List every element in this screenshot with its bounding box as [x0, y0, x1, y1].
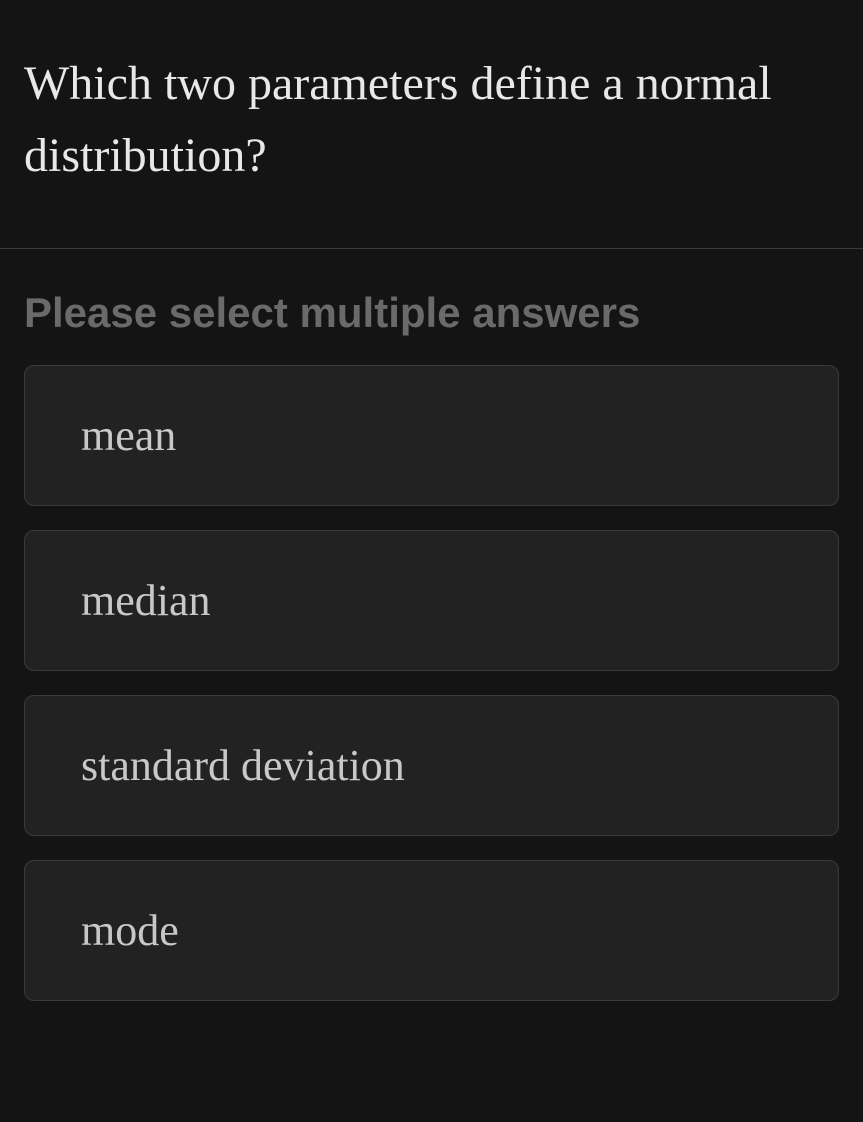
option-label: median — [81, 576, 211, 625]
option-label: mode — [81, 906, 179, 955]
answers-section: Please select multiple answers mean medi… — [0, 249, 863, 1001]
option-median[interactable]: median — [24, 530, 839, 671]
instruction-text: Please select multiple answers — [24, 289, 839, 337]
question-text: Which two parameters define a normal dis… — [24, 48, 839, 192]
option-label: mean — [81, 411, 176, 460]
option-standard-deviation[interactable]: standard deviation — [24, 695, 839, 836]
option-mean[interactable]: mean — [24, 365, 839, 506]
question-section: Which two parameters define a normal dis… — [0, 0, 863, 249]
option-mode[interactable]: mode — [24, 860, 839, 1001]
option-label: standard deviation — [81, 741, 405, 790]
